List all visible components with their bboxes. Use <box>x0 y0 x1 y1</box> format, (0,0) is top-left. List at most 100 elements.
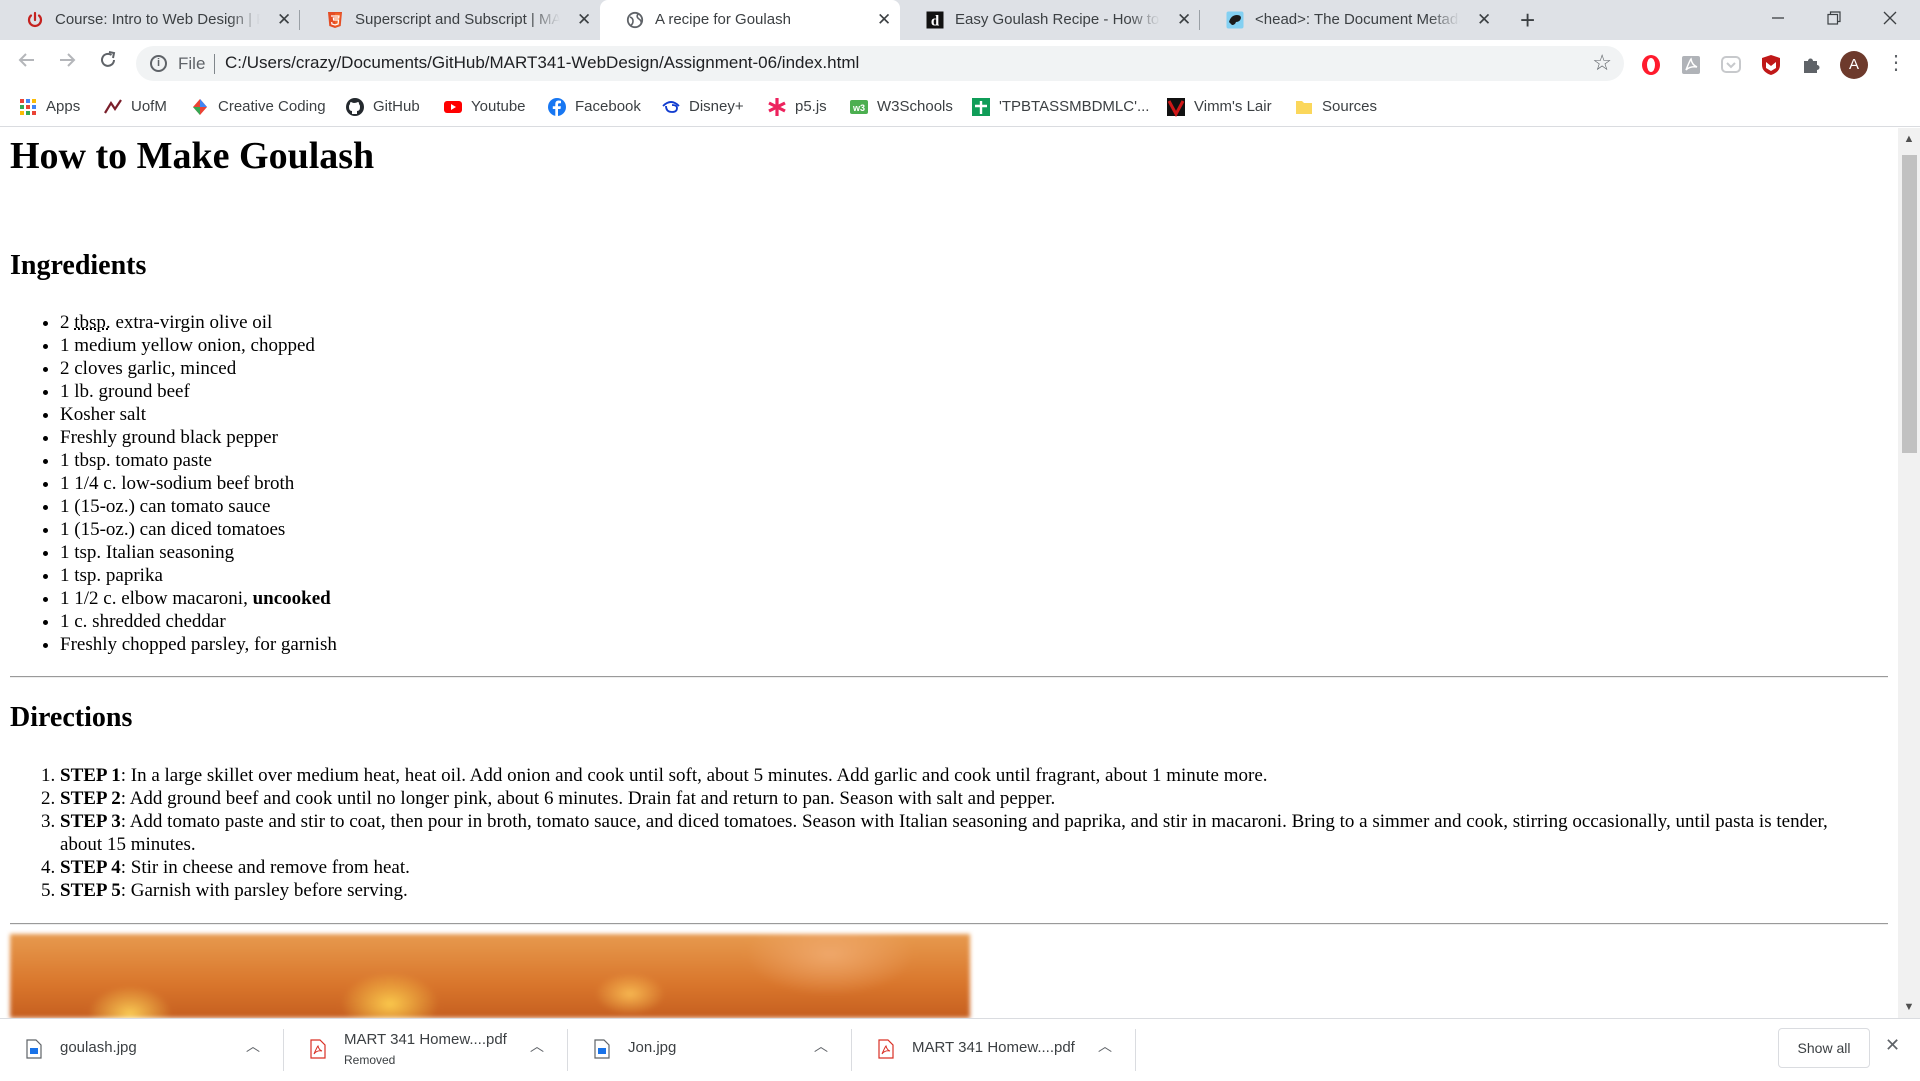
close-icon <box>1883 11 1897 25</box>
step-label: STEP 3 <box>60 811 121 832</box>
vimm-icon <box>1167 98 1185 117</box>
pdf-file-icon <box>878 1039 894 1059</box>
ingredient-item: 1 c. shredded cheddar <box>60 610 337 633</box>
tab-goulash-recipe[interactable]: A recipe for Goulash ✕ <box>600 0 900 40</box>
minimize-button[interactable] <box>1750 0 1806 40</box>
ingredient-item: Freshly chopped parsley, for garnish <box>60 633 337 656</box>
back-arrow-icon <box>18 53 34 67</box>
svg-text:d: d <box>931 14 940 30</box>
abbreviation: tbsp. <box>74 312 111 333</box>
forward-button[interactable] <box>53 50 81 78</box>
close-downloads-button[interactable]: ✕ <box>1885 1035 1900 1056</box>
back-button[interactable] <box>13 50 41 78</box>
globe-icon <box>626 11 644 29</box>
tab-title: Easy Goulash Recipe - How to Ma <box>955 11 1160 28</box>
bookmark-label: GitHub <box>373 98 420 115</box>
download-shelf: goulash.jpg ︿ MART 341 Homew....pdf Remo… <box>0 1018 1920 1080</box>
ingredients-heading: Ingredients <box>10 250 147 281</box>
bookmark-label: Sources <box>1322 98 1378 115</box>
download-status: Removed <box>344 1053 396 1067</box>
bookmark-label: p5.js <box>795 98 827 115</box>
ingredient-text: 2 <box>60 312 75 333</box>
tab-strip: Course: Intro to Web Design | Fal ✕ Supe… <box>0 0 1920 40</box>
mcafee-shield-icon[interactable] <box>1760 54 1782 76</box>
bookmark-label: 'TPBTASSMBDMLC'... <box>999 98 1150 115</box>
download-filename: Jon.jpg <box>628 1039 677 1056</box>
reload-icon <box>101 51 116 67</box>
mdn-icon <box>1226 11 1244 29</box>
directions-list: STEP 1: In a large skillet over medium h… <box>10 764 1870 902</box>
tab-close-button[interactable]: ✕ <box>577 11 591 29</box>
info-icon[interactable]: i <box>150 55 167 72</box>
address-bar[interactable]: i File C:/Users/crazy/Documents/GitHub/M… <box>136 46 1624 81</box>
scroll-down-arrow-icon[interactable]: ▼ <box>1898 996 1920 1018</box>
chevron-up-icon[interactable]: ︿ <box>530 1036 544 1056</box>
github-icon <box>346 98 364 116</box>
w3schools-icon: w3 <box>850 100 868 114</box>
bookmark-label: UofM <box>131 98 167 115</box>
disney-icon <box>662 101 680 113</box>
browser-toolbar: i File C:/Users/crazy/Documents/GitHub/M… <box>0 40 1920 87</box>
folder-icon <box>1296 101 1312 114</box>
tab-close-button[interactable]: ✕ <box>1177 11 1191 29</box>
menu-kebab-icon[interactable]: ⋮ <box>1886 50 1906 75</box>
tab-close-button[interactable]: ✕ <box>877 11 891 29</box>
facebook-icon <box>548 98 566 116</box>
forward-arrow-icon <box>60 53 76 67</box>
pocket-extension-icon[interactable] <box>1720 54 1742 76</box>
restore-button[interactable] <box>1806 0 1862 40</box>
step-text: : Stir in cheese and remove from heat. <box>120 857 410 878</box>
tab-superscript[interactable]: Superscript and Subscript | MART ✕ <box>300 0 600 40</box>
tab-close-button[interactable]: ✕ <box>1477 11 1491 29</box>
download-filename: goulash.jpg <box>60 1039 137 1056</box>
power-icon <box>27 11 43 27</box>
sheets-icon <box>972 98 990 116</box>
tab-title: A recipe for Goulash <box>655 11 791 28</box>
show-all-button[interactable]: Show all <box>1778 1028 1870 1068</box>
acrobat-extension-icon[interactable] <box>1680 54 1702 76</box>
bookmark-label: Creative Coding <box>218 98 326 115</box>
download-item[interactable]: goulash.jpg ︿ <box>0 1019 284 1081</box>
tab-close-button[interactable]: ✕ <box>277 11 291 29</box>
scrollbar-thumb[interactable] <box>1902 155 1917 453</box>
ingredient-text: 1 1/2 c. elbow macaroni, <box>60 588 253 609</box>
opera-extension-icon[interactable] <box>1640 54 1662 76</box>
goulash-photo <box>10 934 970 1018</box>
ingredient-item: 1 1/4 c. low-sodium beef broth <box>60 472 337 495</box>
vertical-scrollbar[interactable]: ▲ ▼ <box>1898 128 1920 1018</box>
step-text: : Garnish with parsley before serving. <box>120 880 408 901</box>
direction-step: STEP 2: Add ground beef and cook until n… <box>60 787 1870 810</box>
step-text: : Add ground beef and cook until no long… <box>120 788 1056 809</box>
ingredient-item: 2 cloves garlic, minced <box>60 357 337 380</box>
chevron-up-icon[interactable]: ︿ <box>1098 1036 1112 1056</box>
pdf-file-icon <box>310 1039 326 1059</box>
restore-icon <box>1827 11 1841 25</box>
chevron-up-icon[interactable]: ︿ <box>814 1036 828 1056</box>
bookmark-star-icon[interactable]: ☆ <box>1592 50 1612 76</box>
image-file-icon <box>26 1039 42 1059</box>
scroll-up-arrow-icon[interactable]: ▲ <box>1898 128 1920 150</box>
direction-step: STEP 1: In a large skillet over medium h… <box>60 764 1870 787</box>
download-filename: MART 341 Homew....pdf <box>344 1031 507 1048</box>
tab-easy-goulash[interactable]: d Easy Goulash Recipe - How to Ma ✕ <box>900 0 1200 40</box>
download-item[interactable]: Jon.jpg ︿ <box>568 1019 852 1081</box>
tab-head-metadata[interactable]: <head>: The Document Metadat ✕ <box>1200 0 1500 40</box>
url-text[interactable]: C:/Users/crazy/Documents/GitHub/MART341-… <box>225 53 859 73</box>
ingredient-item: 1 1/2 c. elbow macaroni, uncooked <box>60 587 337 610</box>
svg-text:w3: w3 <box>852 103 865 113</box>
window-close-button[interactable] <box>1862 0 1918 40</box>
page-title: How to Make Goulash <box>10 135 375 177</box>
horizontal-rule <box>10 923 1888 925</box>
extensions-puzzle-icon[interactable] <box>1800 54 1822 76</box>
profile-avatar[interactable]: A <box>1840 51 1868 79</box>
creative-coding-icon <box>193 99 207 115</box>
chevron-up-icon[interactable]: ︿ <box>246 1036 260 1056</box>
reload-button[interactable] <box>94 50 122 78</box>
new-tab-button[interactable]: + <box>1520 6 1535 34</box>
bookmark-label: W3Schools <box>877 98 953 115</box>
tab-course[interactable]: Course: Intro to Web Design | Fal ✕ <box>0 0 300 40</box>
step-label: STEP 4 <box>60 857 121 878</box>
download-item[interactable]: MART 341 Homew....pdf ︿ <box>852 1019 1136 1081</box>
ingredient-item: 1 tsp. paprika <box>60 564 337 587</box>
download-item[interactable]: MART 341 Homew....pdf Removed ︿ <box>284 1019 568 1081</box>
